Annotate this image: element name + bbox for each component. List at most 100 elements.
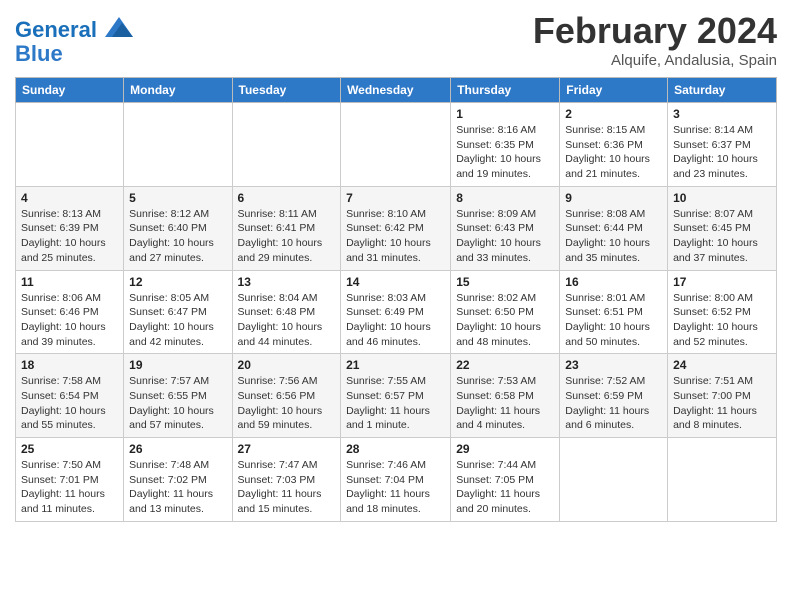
calendar-cell: 24 Sunrise: 7:51 AMSunset: 7:00 PMDayligh… bbox=[668, 354, 777, 438]
calendar-cell bbox=[560, 438, 668, 522]
calendar-cell: 28 Sunrise: 7:46 AMSunset: 7:04 PMDayligh… bbox=[341, 438, 451, 522]
calendar-cell bbox=[341, 103, 451, 187]
day-info: Sunrise: 7:46 AMSunset: 7:04 PMDaylight:… bbox=[346, 458, 445, 517]
day-number: 21 bbox=[346, 358, 445, 372]
calendar-cell: 14 Sunrise: 8:03 AMSunset: 6:49 PMDayligh… bbox=[341, 270, 451, 354]
calendar-cell: 12 Sunrise: 8:05 AMSunset: 6:47 PMDayligh… bbox=[124, 270, 232, 354]
day-info: Sunrise: 7:56 AMSunset: 6:56 PMDaylight:… bbox=[238, 374, 336, 433]
day-info: Sunrise: 7:55 AMSunset: 6:57 PMDaylight:… bbox=[346, 374, 445, 433]
weekday-header-thursday: Thursday bbox=[451, 78, 560, 103]
calendar-cell: 9Sunrise: 8:08 AMSunset: 6:44 PMDaylight… bbox=[560, 186, 668, 270]
calendar-cell: 1 Sunrise: 8:16 AMSunset: 6:35 PMDaylight… bbox=[451, 103, 560, 187]
calendar-cell: 16 Sunrise: 8:01 AMSunset: 6:51 PMDayligh… bbox=[560, 270, 668, 354]
day-number: 16 bbox=[565, 275, 662, 289]
weekday-header-monday: Monday bbox=[124, 78, 232, 103]
logo-icon bbox=[105, 17, 133, 37]
calendar-cell: 17 Sunrise: 8:00 AMSunset: 6:52 PMDayligh… bbox=[668, 270, 777, 354]
day-number: 1 bbox=[456, 107, 554, 121]
day-number: 25 bbox=[21, 442, 118, 456]
day-info: Sunrise: 8:11 AMSunset: 6:41 PMDaylight:… bbox=[238, 207, 336, 266]
weekday-header-saturday: Saturday bbox=[668, 78, 777, 103]
header: General Blue February 2024 Alquife, Anda… bbox=[15, 10, 777, 69]
calendar-cell: 2 Sunrise: 8:15 AMSunset: 6:36 PMDaylight… bbox=[560, 103, 668, 187]
day-info: Sunrise: 8:16 AMSunset: 6:35 PMDaylight:… bbox=[456, 123, 554, 182]
day-info: Sunrise: 7:44 AMSunset: 7:05 PMDaylight:… bbox=[456, 458, 554, 517]
weekday-header-tuesday: Tuesday bbox=[232, 78, 341, 103]
day-info: Sunrise: 7:47 AMSunset: 7:03 PMDaylight:… bbox=[238, 458, 336, 517]
day-info: Sunrise: 7:57 AMSunset: 6:55 PMDaylight:… bbox=[129, 374, 226, 433]
day-number: 7 bbox=[346, 191, 445, 205]
location: Alquife, Andalusia, Spain bbox=[533, 52, 777, 69]
day-info: Sunrise: 8:12 AMSunset: 6:40 PMDaylight:… bbox=[129, 207, 226, 266]
month-title: February 2024 bbox=[533, 10, 777, 52]
day-info: Sunrise: 7:52 AMSunset: 6:59 PMDaylight:… bbox=[565, 374, 662, 433]
calendar-cell: 18Sunrise: 7:58 AMSunset: 6:54 PMDayligh… bbox=[16, 354, 124, 438]
day-number: 23 bbox=[565, 358, 662, 372]
calendar-cell: 23 Sunrise: 7:52 AMSunset: 6:59 PMDayligh… bbox=[560, 354, 668, 438]
day-number: 8 bbox=[456, 191, 554, 205]
calendar-cell: 26 Sunrise: 7:48 AMSunset: 7:02 PMDayligh… bbox=[124, 438, 232, 522]
calendar-cell: 3 Sunrise: 8:14 AMSunset: 6:37 PMDaylight… bbox=[668, 103, 777, 187]
calendar-cell: 10 Sunrise: 8:07 AMSunset: 6:45 PMDayligh… bbox=[668, 186, 777, 270]
day-number: 14 bbox=[346, 275, 445, 289]
day-info: Sunrise: 7:51 AMSunset: 7:00 PMDaylight:… bbox=[673, 374, 771, 433]
day-info: Sunrise: 8:01 AMSunset: 6:51 PMDaylight:… bbox=[565, 291, 662, 350]
day-number: 18 bbox=[21, 358, 118, 372]
calendar-cell: 4Sunrise: 8:13 AMSunset: 6:39 PMDaylight… bbox=[16, 186, 124, 270]
calendar-cell bbox=[16, 103, 124, 187]
day-info: Sunrise: 8:00 AMSunset: 6:52 PMDaylight:… bbox=[673, 291, 771, 350]
calendar-cell: 29 Sunrise: 7:44 AMSunset: 7:05 PMDayligh… bbox=[451, 438, 560, 522]
calendar-cell: 5 Sunrise: 8:12 AMSunset: 6:40 PMDaylight… bbox=[124, 186, 232, 270]
calendar-cell: 11 Sunrise: 8:06 AMSunset: 6:46 PMDayligh… bbox=[16, 270, 124, 354]
title-area: February 2024 Alquife, Andalusia, Spain bbox=[533, 10, 777, 69]
day-number: 15 bbox=[456, 275, 554, 289]
day-number: 11 bbox=[21, 275, 118, 289]
day-number: 20 bbox=[238, 358, 336, 372]
day-info: Sunrise: 8:03 AMSunset: 6:49 PMDaylight:… bbox=[346, 291, 445, 350]
day-info: Sunrise: 8:07 AMSunset: 6:45 PMDaylight:… bbox=[673, 207, 771, 266]
calendar-cell: 6 Sunrise: 8:11 AMSunset: 6:41 PMDaylight… bbox=[232, 186, 341, 270]
day-info: Sunrise: 8:05 AMSunset: 6:47 PMDaylight:… bbox=[129, 291, 226, 350]
day-number: 6 bbox=[238, 191, 336, 205]
day-number: 22 bbox=[456, 358, 554, 372]
calendar-cell: 25 Sunrise: 7:50 AMSunset: 7:01 PMDayligh… bbox=[16, 438, 124, 522]
weekday-header-sunday: Sunday bbox=[16, 78, 124, 103]
weekday-header-wednesday: Wednesday bbox=[341, 78, 451, 103]
day-info: Sunrise: 8:04 AMSunset: 6:48 PMDaylight:… bbox=[238, 291, 336, 350]
day-number: 12 bbox=[129, 275, 226, 289]
calendar-cell: 22Sunrise: 7:53 AMSunset: 6:58 PMDayligh… bbox=[451, 354, 560, 438]
calendar-cell: 27 Sunrise: 7:47 AMSunset: 7:03 PMDayligh… bbox=[232, 438, 341, 522]
day-number: 13 bbox=[238, 275, 336, 289]
day-number: 26 bbox=[129, 442, 226, 456]
day-number: 9 bbox=[565, 191, 662, 205]
calendar-cell: 21 Sunrise: 7:55 AMSunset: 6:57 PMDayligh… bbox=[341, 354, 451, 438]
day-number: 29 bbox=[456, 442, 554, 456]
day-number: 27 bbox=[238, 442, 336, 456]
day-number: 19 bbox=[129, 358, 226, 372]
day-info: Sunrise: 8:13 AMSunset: 6:39 PMDaylight:… bbox=[21, 207, 118, 266]
calendar-cell: 7 Sunrise: 8:10 AMSunset: 6:42 PMDaylight… bbox=[341, 186, 451, 270]
calendar-cell: 19 Sunrise: 7:57 AMSunset: 6:55 PMDayligh… bbox=[124, 354, 232, 438]
day-info: Sunrise: 8:15 AMSunset: 6:36 PMDaylight:… bbox=[565, 123, 662, 182]
day-info: Sunrise: 7:48 AMSunset: 7:02 PMDaylight:… bbox=[129, 458, 226, 517]
day-number: 10 bbox=[673, 191, 771, 205]
day-number: 28 bbox=[346, 442, 445, 456]
calendar-cell: 20 Sunrise: 7:56 AMSunset: 6:56 PMDayligh… bbox=[232, 354, 341, 438]
calendar-cell bbox=[232, 103, 341, 187]
day-info: Sunrise: 7:50 AMSunset: 7:01 PMDaylight:… bbox=[21, 458, 118, 517]
day-info: Sunrise: 8:02 AMSunset: 6:50 PMDaylight:… bbox=[456, 291, 554, 350]
day-number: 5 bbox=[129, 191, 226, 205]
day-number: 17 bbox=[673, 275, 771, 289]
day-info: Sunrise: 8:10 AMSunset: 6:42 PMDaylight:… bbox=[346, 207, 445, 266]
day-info: Sunrise: 8:14 AMSunset: 6:37 PMDaylight:… bbox=[673, 123, 771, 182]
calendar-cell bbox=[668, 438, 777, 522]
calendar: SundayMondayTuesdayWednesdayThursdayFrid… bbox=[15, 77, 777, 522]
day-info: Sunrise: 8:09 AMSunset: 6:43 PMDaylight:… bbox=[456, 207, 554, 266]
day-number: 3 bbox=[673, 107, 771, 121]
day-info: Sunrise: 8:06 AMSunset: 6:46 PMDaylight:… bbox=[21, 291, 118, 350]
day-number: 2 bbox=[565, 107, 662, 121]
logo: General Blue bbox=[15, 18, 133, 66]
logo-text: General bbox=[15, 18, 133, 42]
calendar-cell: 13 Sunrise: 8:04 AMSunset: 6:48 PMDayligh… bbox=[232, 270, 341, 354]
day-number: 24 bbox=[673, 358, 771, 372]
